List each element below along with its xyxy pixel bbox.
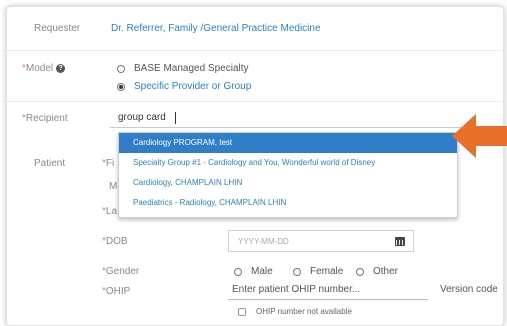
patient-label: Patient (34, 158, 66, 169)
checkbox-icon[interactable] (238, 307, 246, 316)
requester-value: Dr. Referrer, Family /General Practice M… (111, 23, 321, 34)
model-option-base[interactable]: BASE Managed Specialty (117, 63, 249, 74)
gender-option-female[interactable]: Female (293, 266, 343, 277)
radio-icon[interactable] (293, 267, 301, 276)
first-name-label: *Fi (102, 158, 115, 169)
recipient-input[interactable] (110, 108, 500, 128)
ohip-not-available-checkbox[interactable]: OHIP number not available (238, 307, 352, 316)
gender-label: *Gender (102, 266, 140, 277)
question-circle-icon[interactable]: ? (56, 63, 66, 73)
requester-label: Requester (34, 23, 81, 34)
arrow-left-icon (452, 114, 507, 158)
row-divider (1, 101, 507, 102)
calendar-icon[interactable] (395, 237, 405, 246)
radio-icon[interactable] (234, 267, 242, 276)
gender-option-other[interactable]: Other (356, 266, 398, 277)
radio-icon[interactable] (356, 267, 364, 276)
screenshot-frame: Requester Dr. Referrer, Family /General … (0, 0, 507, 326)
dob-input[interactable]: YYYY-MM-DD (228, 230, 414, 252)
last-name-label: *La (102, 206, 118, 217)
model-option-specific[interactable]: Specific Provider or Group (117, 81, 251, 92)
dob-label: *DOB (102, 236, 128, 247)
ohip-input[interactable]: Enter patient OHIP number... (232, 284, 360, 295)
row-divider (1, 50, 507, 51)
ohip-label: *OHIP (102, 286, 131, 297)
text-caret (175, 112, 176, 124)
recipient-suggestions: Cardiology PROGRAM, test Specialty Group… (118, 132, 458, 218)
radio-icon[interactable] (117, 64, 125, 73)
suggestion-item[interactable]: Paediatrics - Radiology, CHAMPLAIN LHIN (119, 193, 457, 213)
suggestion-item[interactable]: Specialty Group #1 - Cardiology and You,… (119, 153, 457, 173)
model-label: *Model? (22, 63, 66, 74)
ohip-underline (228, 299, 428, 300)
recipient-label: *Recipient (22, 113, 68, 124)
suggestion-item[interactable]: Cardiology, CHAMPLAIN LHIN (119, 173, 457, 193)
middle-name-label: M (109, 181, 118, 192)
version-code-label: Version code (440, 284, 498, 295)
gender-option-male[interactable]: Male (234, 266, 273, 277)
radio-selected-icon[interactable] (117, 82, 125, 91)
suggestion-item[interactable]: Cardiology PROGRAM, test (119, 133, 457, 153)
